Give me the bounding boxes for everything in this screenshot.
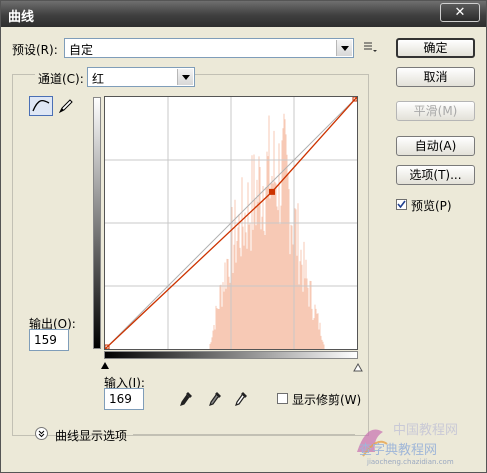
white-eyedropper-icon[interactable] xyxy=(234,391,248,407)
watermark-logo: 中国教程网 查字典教程网 jiaocheng.chazidian.com xyxy=(353,416,483,466)
control-point xyxy=(269,188,276,195)
preset-menu-icon[interactable] xyxy=(363,41,377,53)
close-button[interactable]: ✕ xyxy=(440,3,480,22)
expand-toggle-icon[interactable] xyxy=(35,427,48,440)
ok-button[interactable]: 确定 xyxy=(396,38,475,58)
dialog-title: 曲线 xyxy=(8,10,35,25)
output-gradient-bar xyxy=(93,97,101,349)
show-clipping-label: 显示修剪(W) xyxy=(292,393,362,407)
curve-tool-icon[interactable] xyxy=(29,96,53,116)
auto-button[interactable]: 自动(A) xyxy=(396,136,475,156)
cancel-button[interactable]: 取消 xyxy=(396,67,475,87)
preset-value: 自定 xyxy=(69,43,94,57)
preview-label: 预览(P) xyxy=(411,199,452,213)
preset-label: 预设(R): xyxy=(12,43,58,57)
pencil-icon[interactable] xyxy=(57,97,75,115)
black-eyedropper-icon[interactable] xyxy=(179,391,193,407)
smooth-button[interactable]: 平滑(M) xyxy=(396,101,475,121)
channel-label: 通道(C): xyxy=(35,70,87,87)
title-bar: 曲线 ✕ xyxy=(1,1,486,27)
watermark-line2: 查字典教程网 xyxy=(359,442,437,458)
channel-select[interactable]: 红 xyxy=(87,67,195,87)
black-point-slider[interactable] xyxy=(101,362,109,369)
options-button[interactable]: 选项(T)... xyxy=(396,165,475,185)
input-field[interactable]: 169 xyxy=(104,388,144,410)
chevron-down-icon xyxy=(177,69,193,85)
curve-graph[interactable] xyxy=(104,96,358,350)
chevron-down-icon xyxy=(336,40,352,56)
show-clipping-checkbox[interactable] xyxy=(277,393,288,404)
curve-display-options-label: 曲线显示选项 xyxy=(55,429,128,443)
watermark-line3: jiaocheng.chazidian.com xyxy=(366,458,454,466)
gray-eyedropper-icon[interactable] xyxy=(208,391,222,407)
divider xyxy=(133,434,355,435)
output-field[interactable]: 159 xyxy=(29,329,69,351)
input-gradient-bar xyxy=(104,351,358,359)
curves-dialog: 曲线 ✕ 预设(R): 自定 确定 取消 平滑(M) 自动(A) 选项(T)..… xyxy=(0,0,487,473)
channel-value: 红 xyxy=(92,72,105,86)
preview-checkbox[interactable] xyxy=(396,199,407,210)
watermark-line1: 中国教程网 xyxy=(393,422,458,438)
preset-select[interactable]: 自定 xyxy=(64,38,354,58)
white-point-slider[interactable] xyxy=(353,361,363,375)
